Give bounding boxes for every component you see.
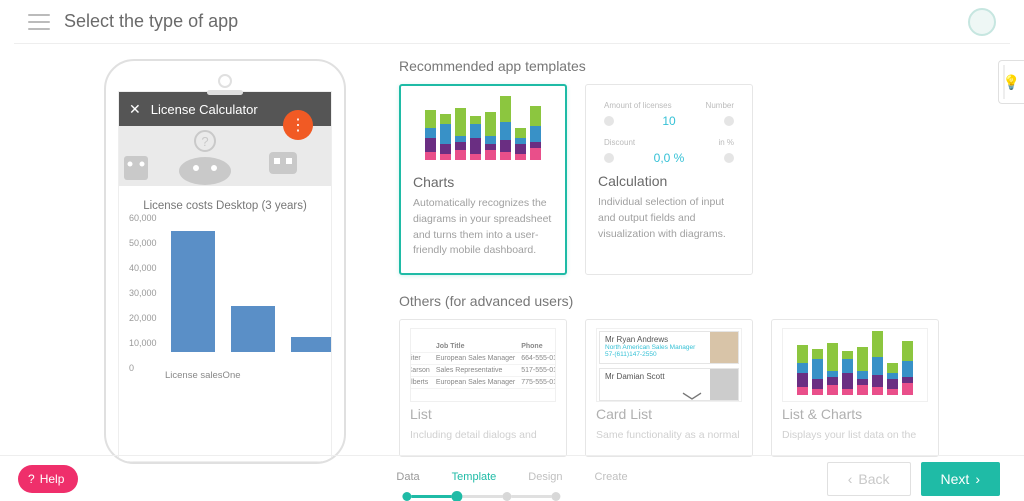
card-title: Card List — [596, 406, 742, 422]
preview-chart-xlabel: License salesOne — [129, 370, 321, 381]
avatar[interactable] — [968, 8, 996, 36]
charts-thumb — [413, 96, 553, 166]
fab-button: ⋮ — [283, 110, 313, 140]
chevron-down-icon[interactable]: ﹀ — [682, 386, 702, 415]
step-design[interactable]: Design — [528, 471, 562, 487]
calculation-thumb: Amount of licensesNumber 10 Discountin %… — [598, 95, 740, 165]
device-preview: ✕ License Calculator ⋮ ? License costs D… — [104, 59, 346, 464]
page-title: Select the type of app — [64, 11, 968, 32]
card-title: Calculation — [598, 173, 740, 189]
svg-text:?: ? — [201, 134, 208, 149]
template-card-calculation[interactable]: Amount of licensesNumber 10 Discountin %… — [585, 84, 753, 275]
step-template[interactable]: Template — [452, 471, 497, 487]
chevron-right-icon: › — [975, 471, 980, 487]
chevron-left-icon: ‹ — [848, 471, 853, 487]
template-card-listcharts[interactable]: List & Charts Displays your list data on… — [771, 319, 939, 457]
lightbulb-icon: 💡 — [1003, 74, 1020, 91]
next-button[interactable]: Next › — [921, 462, 1000, 496]
section-others-title: Others (for advanced users) — [399, 293, 1010, 309]
card-desc: Individual selection of input and output… — [598, 195, 740, 242]
list-thumb: NameJob TitlePhoneKM ↑ Mr Tovi ReiterEur… — [410, 328, 556, 402]
menu-icon[interactable] — [28, 14, 50, 30]
back-button[interactable]: ‹ Back — [827, 462, 911, 496]
help-icon: ? — [28, 472, 35, 486]
cardlist-thumb: Mr Ryan AndrewsNorth American Sales Mana… — [596, 328, 742, 402]
card-title: Charts — [413, 174, 553, 190]
help-button[interactable]: ? Help — [18, 465, 78, 493]
template-card-cardlist[interactable]: Mr Ryan AndrewsNorth American Sales Mana… — [585, 319, 753, 457]
template-card-charts[interactable]: Charts Automatically recognizes the diag… — [399, 84, 567, 275]
listcharts-thumb — [782, 328, 928, 402]
card-desc: Automatically recognizes the diagrams in… — [413, 196, 553, 259]
close-icon: ✕ — [129, 101, 141, 118]
wizard-stepper: Data Template Design Create — [396, 471, 627, 487]
preview-app-bar: ✕ License Calculator ⋮ — [119, 92, 331, 126]
preview-chart-title: License costs Desktop (3 years) — [129, 200, 321, 212]
hint-tab[interactable]: 💡 — [998, 60, 1024, 104]
preview-bar-chart: 60,000 50,000 40,000 30,000 20,000 10,00… — [129, 218, 321, 368]
step-data[interactable]: Data — [396, 471, 419, 487]
card-title: List & Charts — [782, 406, 928, 422]
card-desc: Same functionality as a normal — [596, 428, 742, 444]
section-recommended-title: Recommended app templates — [399, 58, 1010, 74]
step-create[interactable]: Create — [595, 471, 628, 487]
preview-app-title: License Calculator — [151, 102, 258, 117]
card-desc: Displays your list data on the — [782, 428, 928, 444]
card-desc: Including detail dialogs and — [410, 428, 556, 444]
card-title: List — [410, 406, 556, 422]
template-card-list[interactable]: NameJob TitlePhoneKM ↑ Mr Tovi ReiterEur… — [399, 319, 567, 457]
